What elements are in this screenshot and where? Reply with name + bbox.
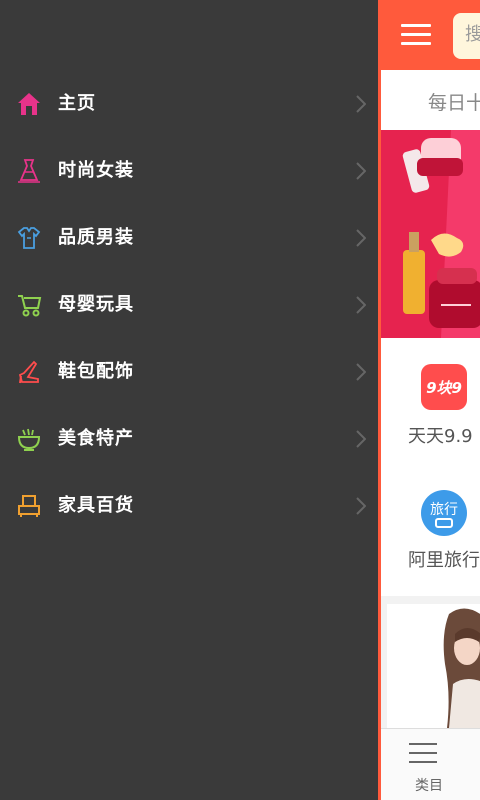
home-icon [16, 91, 42, 117]
shortcut-grid: 9块9 天天9.9 旅行 阿里旅行 [381, 338, 480, 596]
model-photo [387, 604, 480, 728]
chevron-right-icon [356, 95, 367, 113]
promo-card[interactable] [387, 604, 480, 728]
chevron-right-icon [356, 296, 367, 314]
drawer-item-womens-fashion[interactable]: 时尚女装 [0, 138, 378, 205]
stroller-icon [16, 292, 42, 318]
subheader: 每日十 [381, 70, 480, 130]
drawer-item-home[interactable]: 主页 [0, 71, 378, 138]
drawer-menu: 主页 时尚女装 品质男装 母婴玩具 鞋包配饰 美食特产 家具百货 [0, 71, 378, 540]
shortcut-daily-99[interactable]: 9块9 天天9.9 [381, 338, 480, 458]
drawer-item-label: 母婴玩具 [58, 294, 134, 315]
chevron-right-icon [356, 229, 367, 247]
search-box[interactable] [453, 13, 480, 59]
shortcut-label: 阿里旅行 [408, 550, 480, 571]
chevron-right-icon [356, 363, 367, 381]
shortcut-label: 天天9.9 [408, 426, 473, 447]
drawer-item-label: 家具百货 [58, 495, 134, 516]
cosmetics-banner-image [381, 130, 480, 338]
nine-yuan-icon: 9块9 [421, 364, 467, 410]
drawer-item-shoes-bags[interactable]: 鞋包配饰 [0, 339, 378, 406]
dress-icon [16, 158, 42, 184]
drawer-item-food[interactable]: 美食特产 [0, 406, 378, 473]
shortcut-ali-travel[interactable]: 旅行 阿里旅行 [381, 458, 480, 588]
navigation-drawer: 主页 时尚女装 品质男装 母婴玩具 鞋包配饰 美食特产 家具百货 [0, 0, 378, 800]
food-bowl-icon [16, 426, 42, 452]
drawer-item-label: 时尚女装 [58, 160, 134, 181]
shirt-icon [16, 225, 42, 251]
drawer-item-label: 鞋包配饰 [58, 361, 134, 382]
drawer-item-label: 主页 [58, 93, 96, 114]
travel-badge-text: 旅行 [430, 502, 458, 518]
travel-icon: 旅行 [421, 490, 467, 536]
bottom-nav: 类目 [381, 728, 480, 800]
tab-category-label: 类目 [415, 778, 443, 794]
drawer-item-baby-toys[interactable]: 母婴玩具 [0, 272, 378, 339]
tab-category[interactable]: 类目 [409, 739, 449, 795]
chevron-right-icon [356, 430, 367, 448]
main-content: 每日十 9块9 天天9.9 旅行 阿里 [378, 0, 480, 800]
high-heel-icon [16, 359, 42, 385]
drawer-item-label: 美食特产 [58, 428, 134, 449]
suitcase-icon [435, 518, 453, 528]
subheader-title: 每日十 [428, 92, 480, 114]
menu-icon[interactable] [401, 22, 431, 48]
drawer-item-furniture[interactable]: 家具百货 [0, 473, 378, 540]
drawer-item-mens-fashion[interactable]: 品质男装 [0, 205, 378, 272]
promo-banner[interactable] [381, 130, 480, 338]
top-bar [381, 0, 480, 70]
drawer-item-label: 品质男装 [58, 227, 134, 248]
nine-yuan-badge-text: 9块9 [426, 379, 462, 397]
chevron-right-icon [356, 497, 367, 515]
chevron-right-icon [356, 162, 367, 180]
furniture-icon [16, 493, 42, 519]
search-input[interactable] [465, 24, 480, 45]
